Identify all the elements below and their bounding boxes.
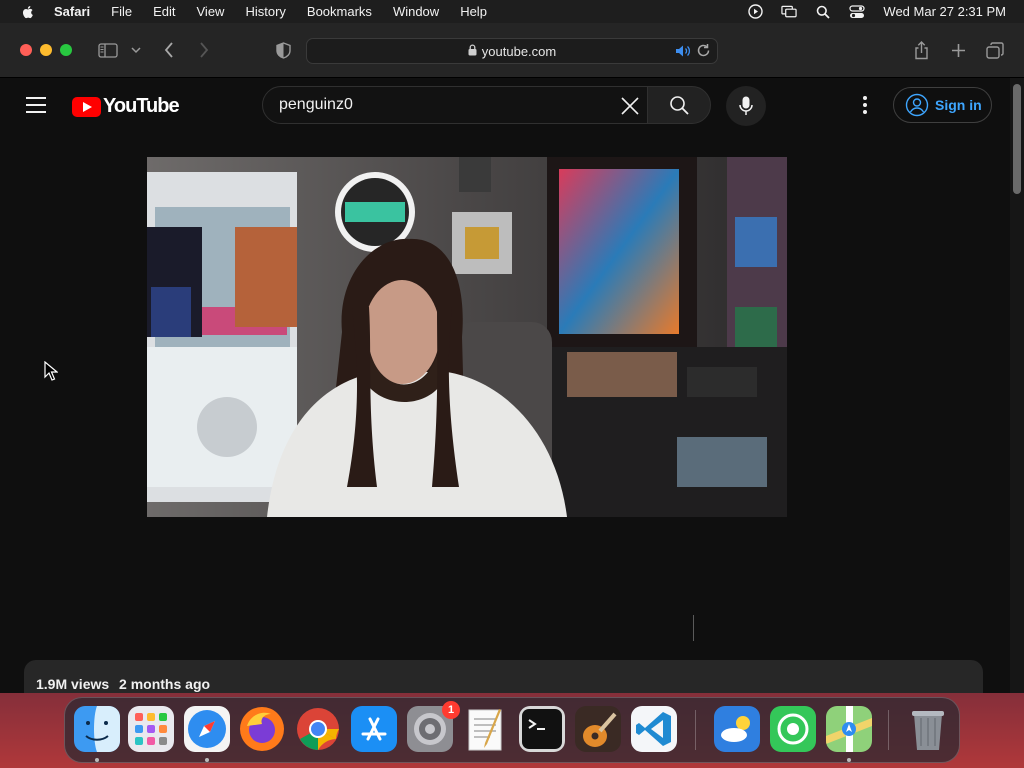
video-description-box[interactable]: 1.9M views 2 months ago	[24, 660, 983, 693]
sidebar-toggle-icon[interactable]	[97, 40, 119, 60]
dock-chrome-icon[interactable]	[295, 706, 341, 752]
dock-weather-icon[interactable]	[714, 706, 760, 752]
screen-mirroring-icon[interactable]	[781, 5, 798, 19]
video-frame-image	[147, 157, 787, 517]
menu-edit[interactable]: Edit	[153, 4, 175, 19]
privacy-shield-icon[interactable]	[274, 40, 292, 60]
maps-running-dot	[847, 758, 851, 762]
apple-menu-icon[interactable]	[20, 4, 36, 20]
sign-in-button[interactable]: Sign in	[893, 87, 992, 123]
dock-garageband-icon[interactable]	[575, 706, 621, 752]
safari-window: youtube.com YouTube penguinz0 Sign in 1.…	[0, 23, 1024, 693]
account-icon	[905, 93, 929, 117]
dock-maps-icon[interactable]	[826, 706, 872, 752]
youtube-logo[interactable]: YouTube	[72, 95, 180, 118]
clear-search-icon[interactable]	[619, 95, 641, 117]
menu-file[interactable]: File	[111, 4, 132, 19]
menu-bookmarks[interactable]: Bookmarks	[307, 4, 372, 19]
search-query-text: penguinz0	[279, 96, 353, 113]
share-icon[interactable]	[912, 40, 930, 60]
search-input[interactable]: penguinz0	[262, 86, 648, 124]
menu-app-name[interactable]: Safari	[54, 4, 90, 19]
dock-separator-trash	[888, 710, 889, 750]
dock-finder-icon[interactable]	[74, 706, 120, 752]
dock-separator	[695, 710, 696, 750]
address-bar[interactable]: youtube.com	[306, 38, 718, 64]
voice-search-button[interactable]	[726, 86, 766, 126]
window-close-button[interactable]	[20, 44, 32, 56]
search-button[interactable]	[647, 86, 711, 124]
lock-icon	[468, 43, 477, 59]
tab-audio-speaker-icon[interactable]	[675, 44, 691, 61]
dock-trash-icon[interactable]	[905, 706, 951, 752]
dock-terminal-icon[interactable]	[519, 706, 565, 752]
tab-group-chevron-icon[interactable]	[130, 40, 142, 60]
dock-find-my-icon[interactable]	[770, 706, 816, 752]
control-center-icon[interactable]	[849, 4, 866, 19]
safari-running-dot	[205, 758, 209, 762]
new-tab-plus-icon[interactable]	[949, 40, 967, 60]
menu-bar-clock[interactable]: Wed Mar 27 2:31 PM	[883, 4, 1006, 19]
youtube-logo-text: YouTube	[103, 95, 180, 117]
window-zoom-button[interactable]	[60, 44, 72, 56]
macos-menu-bar: Safari File Edit View History Bookmarks …	[0, 0, 1024, 23]
back-arrow-icon[interactable]	[162, 40, 176, 60]
page-scrollbar[interactable]	[1010, 78, 1024, 693]
dock-firefox-icon[interactable]	[239, 706, 285, 752]
dock-app-store-icon[interactable]	[351, 706, 397, 752]
guide-menu-icon[interactable]	[26, 97, 46, 113]
menu-view[interactable]: View	[197, 4, 225, 19]
dock-vscode-icon[interactable]	[631, 706, 677, 752]
upload-date: 2 months ago	[119, 676, 211, 692]
mouse-pointer-icon	[44, 361, 58, 381]
tab-overview-icon[interactable]	[985, 40, 1005, 60]
youtube-header: YouTube penguinz0 Sign in	[0, 78, 1010, 134]
text-cursor-line	[693, 615, 694, 641]
sign-in-label: Sign in	[935, 97, 982, 113]
address-bar-url: youtube.com	[481, 43, 557, 59]
reload-icon[interactable]	[696, 43, 711, 61]
window-minimize-button[interactable]	[40, 44, 52, 56]
menu-window[interactable]: Window	[393, 4, 439, 19]
video-player[interactable]	[147, 157, 787, 517]
dock-safari-icon[interactable]	[184, 706, 230, 752]
menu-history[interactable]: History	[245, 4, 285, 19]
settings-more-icon[interactable]	[855, 94, 875, 116]
scrollbar-thumb[interactable]	[1013, 84, 1021, 194]
settings-update-badge: 1	[442, 701, 460, 719]
view-count: 1.9M views	[36, 676, 110, 692]
now-playing-icon[interactable]	[747, 4, 763, 19]
spotlight-search-icon[interactable]	[815, 5, 831, 19]
finder-running-dot	[95, 758, 99, 762]
menu-help[interactable]: Help	[460, 4, 487, 19]
forward-arrow-icon[interactable]	[197, 40, 211, 60]
youtube-play-icon	[72, 96, 101, 117]
safari-toolbar: youtube.com	[0, 23, 1024, 78]
youtube-page: YouTube penguinz0 Sign in 1.9M views 2 m…	[0, 78, 1010, 693]
macos-dock: 1	[64, 697, 960, 763]
microphone-icon	[739, 96, 753, 115]
dock-launchpad-icon[interactable]	[128, 706, 174, 752]
search-icon	[670, 96, 689, 115]
dock-textedit-icon[interactable]	[463, 706, 509, 752]
